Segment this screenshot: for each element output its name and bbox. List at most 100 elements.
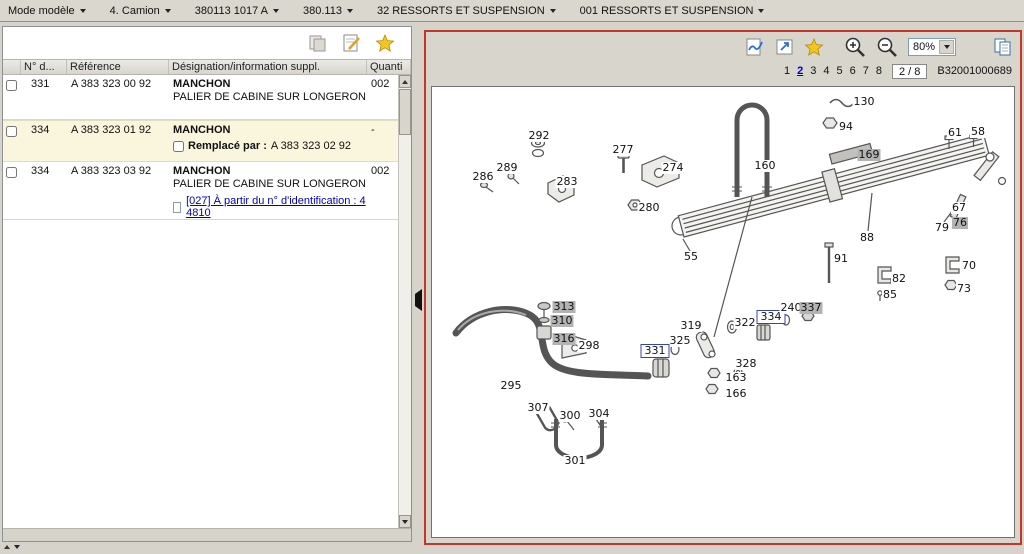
- designation-cell: MANCHON PALIER DE CABINE SUR LONGERON: [169, 75, 367, 119]
- pos-number: 334: [21, 121, 67, 161]
- nav-dropdown-series[interactable]: 380.113: [303, 5, 353, 17]
- callout-160[interactable]: 160: [754, 160, 777, 172]
- table-row-334-replaced[interactable]: 334 A 383 323 01 92 MANCHON Remplacé par…: [3, 120, 411, 162]
- header-quantity: Quanti: [367, 60, 411, 74]
- callout-319[interactable]: 319: [680, 320, 703, 332]
- arrow-up-icon[interactable]: [4, 545, 10, 549]
- page-number-list: 12345678: [777, 65, 882, 77]
- callout-82[interactable]: 82: [891, 273, 907, 285]
- callout-55[interactable]: 55: [683, 251, 699, 263]
- callout-313[interactable]: 313: [553, 301, 576, 313]
- part-description: PALIER DE CABINE SUR LONGERON: [173, 178, 367, 190]
- favorites-star-icon[interactable]: [375, 33, 395, 53]
- callout-85[interactable]: 85: [882, 289, 898, 301]
- callout-286[interactable]: 286: [472, 171, 495, 183]
- replaced-reference: A 383 323 02 92: [271, 140, 351, 152]
- nav-label: 32 RESSORTS ET SUSPENSION: [377, 5, 545, 17]
- arrow-down-icon[interactable]: [14, 545, 20, 549]
- callout-94[interactable]: 94: [838, 121, 854, 133]
- callout-292[interactable]: 292: [528, 130, 551, 142]
- row-select-checkbox[interactable]: [6, 167, 17, 178]
- callout-61[interactable]: 61: [947, 127, 963, 139]
- page-number-8[interactable]: 8: [876, 65, 882, 77]
- zoom-dropdown-button[interactable]: [939, 40, 954, 54]
- callout-298[interactable]: 298: [578, 340, 601, 352]
- callout-166[interactable]: 166: [725, 388, 748, 400]
- favorites-star-icon[interactable]: [804, 37, 824, 57]
- page-number-3[interactable]: 3: [810, 65, 816, 77]
- zoom-value: 80%: [913, 41, 935, 53]
- callout-163[interactable]: 163: [725, 372, 748, 384]
- callout-88[interactable]: 88: [859, 232, 875, 244]
- callout-58[interactable]: 58: [970, 126, 986, 138]
- part-reference: A 383 323 01 92: [67, 121, 169, 161]
- copy-parts-icon[interactable]: [307, 33, 329, 53]
- page-list-icon[interactable]: [992, 36, 1014, 58]
- callout-300[interactable]: 300: [559, 410, 582, 422]
- callout-67[interactable]: 67: [951, 202, 967, 214]
- callout-73[interactable]: 73: [956, 283, 972, 295]
- callout-322[interactable]: 322: [734, 317, 757, 329]
- replaced-checkbox[interactable]: [173, 141, 184, 152]
- page-number-6[interactable]: 6: [850, 65, 856, 77]
- table-row-331[interactable]: 331 A 383 323 00 92 MANCHON PALIER DE CA…: [3, 75, 411, 120]
- page-number-2[interactable]: 2: [797, 65, 803, 77]
- nav-dropdown-model-code[interactable]: 380113 1017 A: [195, 5, 279, 17]
- callout-310[interactable]: 310: [551, 315, 574, 327]
- nav-dropdown-group[interactable]: 32 RESSORTS ET SUSPENSION: [377, 5, 556, 17]
- nav-dropdown-camion[interactable]: 4. Camion: [110, 5, 171, 17]
- row-select-checkbox[interactable]: [6, 80, 17, 91]
- table-body: 331 A 383 323 00 92 MANCHON PALIER DE CA…: [3, 75, 411, 527]
- footnote-link[interactable]: [027] À partir du n° d'identification : …: [186, 195, 367, 219]
- zoom-in-icon[interactable]: [844, 36, 868, 58]
- chevron-down-icon: [758, 9, 764, 13]
- callout-274[interactable]: 274: [662, 162, 685, 174]
- callout-130[interactable]: 130: [853, 96, 876, 108]
- callout-280[interactable]: 280: [638, 202, 661, 214]
- callout-331[interactable]: 331: [641, 344, 670, 358]
- row-select-checkbox[interactable]: [6, 126, 17, 137]
- header-reference: Référence: [67, 60, 169, 74]
- pos-number: 331: [21, 75, 67, 119]
- page-number-1[interactable]: 1: [784, 65, 790, 77]
- callout-301[interactable]: 301: [564, 455, 587, 467]
- chevron-down-icon: [80, 9, 86, 13]
- edit-note-icon[interactable]: [341, 33, 363, 53]
- callout-316[interactable]: 316: [553, 333, 576, 345]
- callout-295[interactable]: 295: [500, 380, 523, 392]
- callout-328[interactable]: 328: [735, 358, 758, 370]
- callout-337[interactable]: 337: [800, 302, 823, 314]
- diagram-panel: 80% 12345678 2 / 8 B32001000689: [424, 30, 1022, 545]
- scrollbar-thumb[interactable]: [399, 89, 411, 135]
- callout-283[interactable]: 283: [556, 176, 579, 188]
- callout-91[interactable]: 91: [833, 253, 849, 265]
- panel-splitter[interactable]: [415, 294, 422, 306]
- callout-307[interactable]: 307: [527, 402, 550, 414]
- nav-dropdown-subgroup[interactable]: 001 RESSORTS ET SUSPENSION: [580, 5, 765, 17]
- page-number-5[interactable]: 5: [836, 65, 842, 77]
- vertical-scrollbar[interactable]: [398, 75, 411, 528]
- fit-to-window-icon[interactable]: [774, 36, 796, 58]
- callout-304[interactable]: 304: [588, 408, 611, 420]
- callout-76[interactable]: 76: [952, 217, 968, 229]
- annotate-icon[interactable]: [744, 36, 766, 58]
- document-code: B32001000689: [937, 65, 1012, 77]
- scroll-up-button[interactable]: [399, 75, 411, 88]
- callout-289[interactable]: 289: [496, 162, 519, 174]
- table-row-334[interactable]: 334 A 383 323 03 92 MANCHON PALIER DE CA…: [3, 162, 411, 220]
- chevron-down-icon: [347, 9, 353, 13]
- callout-325[interactable]: 325: [669, 335, 692, 347]
- callout-169[interactable]: 169: [858, 149, 881, 161]
- callout-79[interactable]: 79: [934, 222, 950, 234]
- callout-277[interactable]: 277: [612, 144, 635, 156]
- replaced-label: Remplacé par :: [188, 140, 267, 152]
- nav-dropdown-mode-modele[interactable]: Mode modèle: [8, 5, 86, 17]
- scroll-down-button[interactable]: [399, 515, 411, 528]
- callout-layer: 292 277 289286 283 274 280 130 94 169 61 58 160 55 88…: [432, 87, 1014, 537]
- callout-70[interactable]: 70: [961, 260, 977, 272]
- zoom-out-icon[interactable]: [876, 36, 900, 58]
- page-number-4[interactable]: 4: [823, 65, 829, 77]
- page-number-7[interactable]: 7: [863, 65, 869, 77]
- parts-toolbar: [3, 27, 411, 59]
- zoom-select[interactable]: 80%: [908, 38, 956, 56]
